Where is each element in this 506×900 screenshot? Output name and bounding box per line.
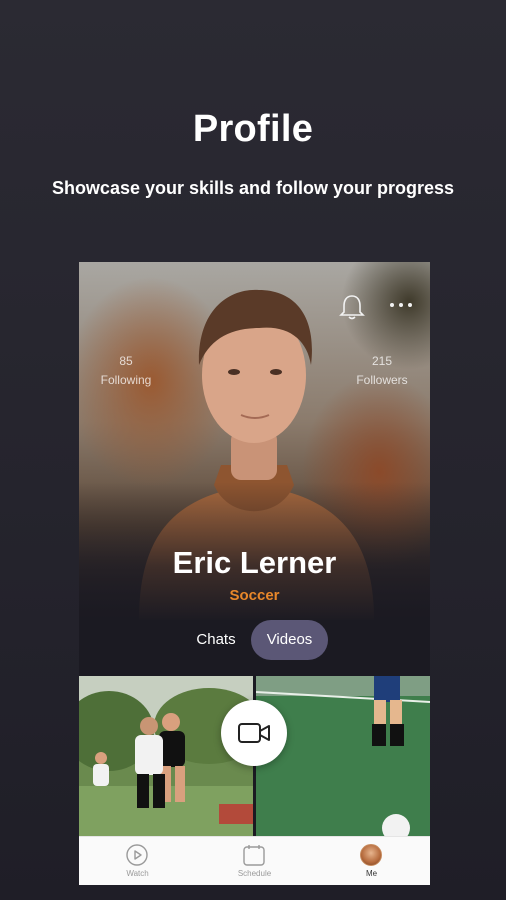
- avatar: [360, 844, 382, 866]
- nav-item-me[interactable]: Me: [313, 837, 430, 885]
- bell-icon[interactable]: [337, 292, 367, 322]
- profile-sport: Soccer: [229, 587, 280, 604]
- following-stat[interactable]: 85 Following: [96, 352, 156, 390]
- followers-stat[interactable]: 215 Followers: [347, 352, 417, 390]
- page-subtitle: Showcase your skills and follow your pro…: [51, 178, 455, 198]
- calendar-icon: [243, 845, 265, 866]
- following-label: Following: [100, 373, 152, 387]
- profile-cover-photo: 85 Following 215 Followers Eric Lerner S…: [79, 262, 430, 622]
- video-thumbnail[interactable]: [79, 676, 253, 836]
- soccer-pitch-thumbnail: [256, 676, 430, 836]
- nav-item-watch[interactable]: Watch: [79, 837, 196, 885]
- video-camera-icon: [238, 723, 270, 743]
- video-thumbnail[interactable]: [256, 676, 430, 836]
- record-video-button[interactable]: [221, 700, 287, 766]
- profile-name: Eric Lerner: [172, 545, 337, 580]
- profile-tabs: Chats Videos: [79, 620, 430, 660]
- nav-label-schedule: Schedule: [237, 869, 272, 878]
- phone-mockup: 85 Following 215 Followers Eric Lerner S…: [79, 262, 430, 885]
- more-dots-icon[interactable]: [388, 300, 414, 310]
- soccer-match-thumbnail: [79, 676, 253, 836]
- tab-chats[interactable]: Chats: [183, 620, 249, 660]
- play-circle-icon: [126, 844, 148, 866]
- followers-label: Followers: [356, 373, 408, 387]
- bottom-navigation: Watch Schedule Me: [79, 836, 430, 885]
- nav-label-watch: Watch: [126, 869, 149, 878]
- following-count: 85: [119, 354, 133, 368]
- nav-item-schedule[interactable]: Schedule: [196, 837, 313, 885]
- nav-label-me: Me: [365, 869, 378, 878]
- page-title: Profile: [192, 108, 314, 150]
- tab-videos[interactable]: Videos: [251, 620, 328, 660]
- followers-count: 215: [371, 354, 393, 368]
